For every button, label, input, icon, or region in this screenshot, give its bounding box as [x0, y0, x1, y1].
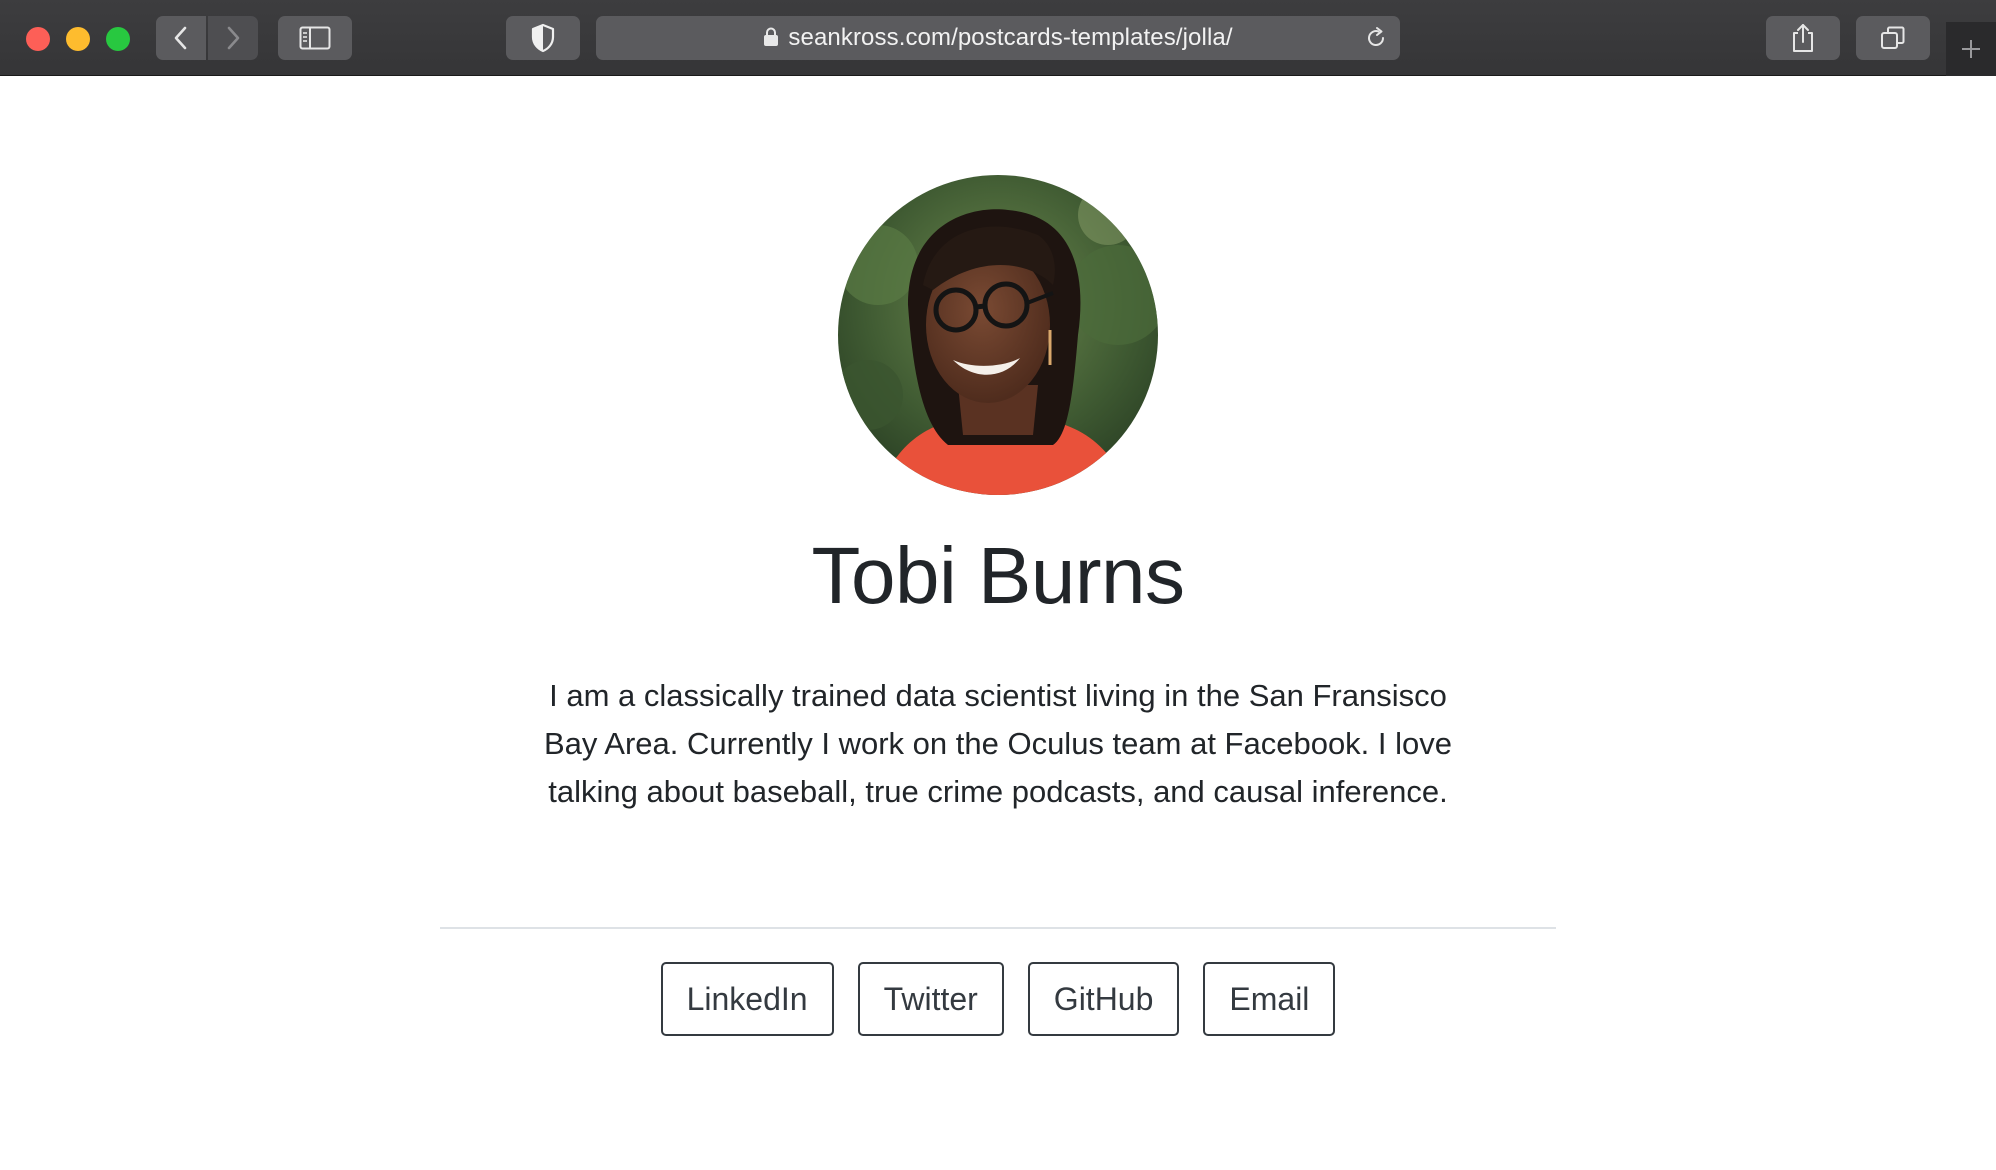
share-button[interactable] [1766, 16, 1840, 60]
tab-overview-button[interactable] [1856, 16, 1930, 60]
github-button[interactable]: GitHub [1027, 962, 1180, 1036]
browser-toolbar: seankross.com/postcards-templates/jolla/ [0, 0, 1996, 76]
twitter-button[interactable]: Twitter [857, 962, 1004, 1036]
profile-name: Tobi Burns [811, 531, 1185, 620]
sidebar-button[interactable] [278, 16, 352, 60]
share-icon [1793, 24, 1813, 52]
address-bar[interactable]: seankross.com/postcards-templates/jolla/ [596, 16, 1400, 60]
close-window-button[interactable] [26, 27, 50, 51]
lock-icon [764, 27, 779, 46]
linkedin-button[interactable]: LinkedIn [660, 962, 834, 1036]
shield-icon [531, 23, 555, 53]
minimize-window-button[interactable] [66, 27, 90, 51]
back-button[interactable] [156, 16, 206, 60]
chevron-left-icon [174, 26, 187, 50]
profile-photo [838, 175, 1158, 495]
navigation-buttons [156, 16, 258, 60]
reload-icon[interactable] [1364, 26, 1388, 50]
new-tab-button[interactable] [1946, 22, 1996, 76]
maximize-window-button[interactable] [106, 27, 130, 51]
plus-icon [1962, 40, 1980, 58]
divider [440, 927, 1556, 929]
forward-button[interactable] [208, 16, 258, 60]
sidebar-icon [299, 26, 331, 50]
profile-bio: I am a classically trained data scientis… [543, 678, 1453, 809]
chevron-right-icon [227, 26, 240, 50]
url-text: seankross.com/postcards-templates/jolla/ [788, 24, 1233, 51]
privacy-report-button[interactable] [506, 16, 580, 60]
tabs-overview-icon [1881, 26, 1905, 49]
social-links: LinkedIn Twitter GitHub Email [0, 962, 1996, 1036]
email-button[interactable]: Email [1203, 962, 1336, 1036]
